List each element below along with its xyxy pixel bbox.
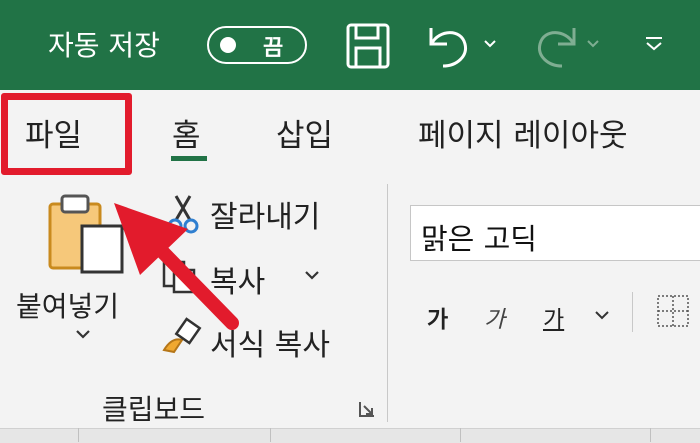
title-bar: 자동 저장 끔 bbox=[0, 0, 700, 90]
undo-icon[interactable] bbox=[425, 22, 475, 70]
redo-dropdown-icon[interactable] bbox=[586, 38, 600, 50]
customize-quick-access-icon[interactable] bbox=[643, 32, 665, 54]
autosave-toggle[interactable]: 끔 bbox=[207, 26, 307, 64]
column-divider bbox=[78, 428, 79, 442]
column-divider bbox=[650, 428, 651, 442]
dialog-launcher-icon[interactable] bbox=[356, 398, 378, 420]
copy-dropdown-icon[interactable] bbox=[303, 268, 321, 282]
file-tab-highlight bbox=[1, 93, 132, 175]
tab-insert[interactable]: 삽입 bbox=[276, 110, 333, 155]
redo-icon[interactable] bbox=[530, 22, 580, 70]
tab-page-layout[interactable]: 페이지 레이아웃 bbox=[418, 110, 628, 155]
borders-icon[interactable] bbox=[656, 294, 690, 330]
toggle-knob bbox=[220, 37, 236, 53]
tab-home[interactable]: 홈 bbox=[172, 110, 201, 155]
toolbar-separator bbox=[632, 292, 633, 332]
active-tab-indicator bbox=[171, 156, 207, 161]
italic-button[interactable]: 가 bbox=[484, 300, 505, 334]
font-name-input[interactable]: 맑은 고딕 bbox=[410, 205, 700, 261]
annotation-arrow bbox=[114, 203, 239, 330]
paste-dropdown-icon[interactable] bbox=[74, 327, 92, 341]
underline-button[interactable]: 가 bbox=[543, 300, 564, 334]
group-divider bbox=[387, 184, 388, 422]
autosave-state: 끔 bbox=[263, 36, 284, 61]
save-icon[interactable] bbox=[345, 22, 391, 70]
font-name-value: 맑은 고딕 bbox=[421, 222, 537, 256]
undo-dropdown-icon[interactable] bbox=[483, 38, 497, 50]
clipboard-group-label: 클립보드 bbox=[102, 393, 206, 426]
sheet-header-strip bbox=[0, 428, 700, 443]
underline-dropdown-icon[interactable] bbox=[594, 308, 610, 322]
column-divider bbox=[270, 428, 271, 442]
column-divider bbox=[460, 428, 461, 442]
autosave-label: 자동 저장 bbox=[48, 29, 160, 62]
bold-button[interactable]: 가 bbox=[427, 300, 448, 334]
